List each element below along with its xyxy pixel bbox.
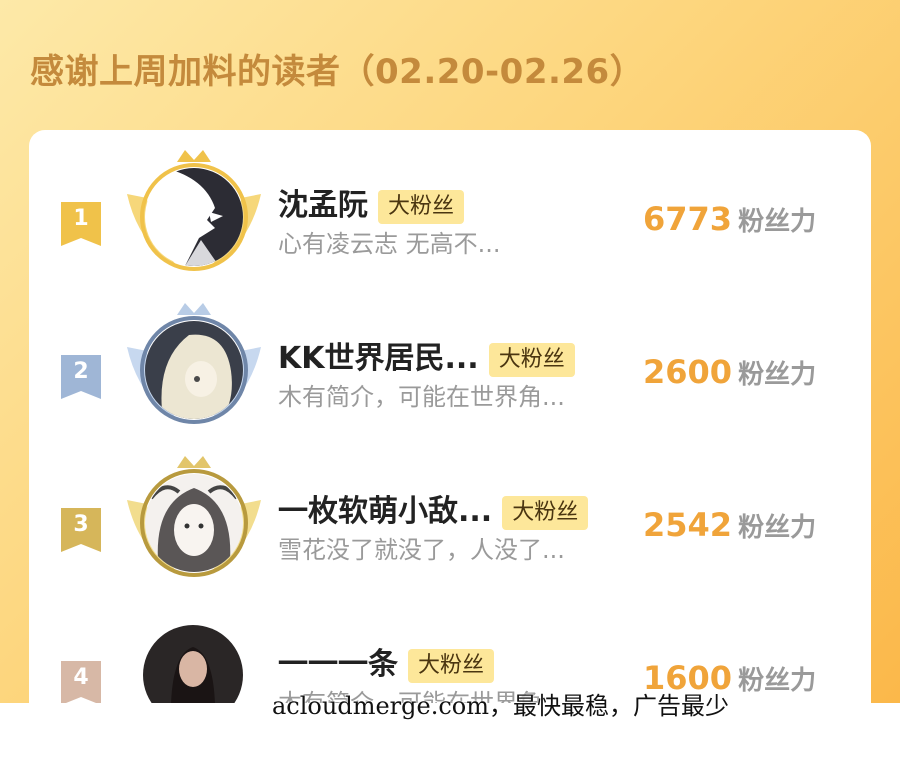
page-title: 感谢上周加料的读者（02.20-02.26） xyxy=(30,52,645,92)
fan-badge: 大粉丝 xyxy=(488,342,575,377)
reader-name[interactable]: 一一一条 大粉丝 xyxy=(278,639,495,683)
fan-power-score: 2542 粉丝力 xyxy=(643,506,817,544)
fan-badge: 大粉丝 xyxy=(378,189,465,224)
site-watermark: acloudmerge.com，最快最稳，广告最少 xyxy=(272,692,729,720)
rank-badge-1: 1 xyxy=(61,202,101,246)
anime-boy-avatar[interactable] xyxy=(145,168,243,266)
fan-power-score: 2600 粉丝力 xyxy=(643,353,817,391)
rank-badge-4: 4 xyxy=(61,661,101,703)
reader-row-3[interactable]: 3 一枚软萌小敌... 大粉丝 雪花没了就没了，人没了... 2542 粉丝力 xyxy=(29,446,871,586)
reader-bio: 木有简介，可能在世界角... xyxy=(278,383,565,411)
fan-power-score: 6773 粉丝力 xyxy=(643,200,817,238)
avatar-frame-gold xyxy=(119,146,269,286)
ranking-card: 1 沈孟阮 大粉丝 心有凌云志 无高不... 6773 粉丝力 2 KK世界居民… xyxy=(29,130,871,703)
reader-row-2[interactable]: 2 KK世界居民... 大粉丝 木有简介，可能在世界角... 2600 粉丝力 xyxy=(29,293,871,433)
rank-badge-3: 3 xyxy=(61,508,101,552)
avatar-frame-plain xyxy=(119,605,269,703)
reader-name[interactable]: 一枚软萌小敌... 大粉丝 xyxy=(278,486,589,530)
reader-name[interactable]: 沈孟阮 大粉丝 xyxy=(278,180,465,224)
rank-badge-2: 2 xyxy=(61,355,101,399)
fan-badge: 大粉丝 xyxy=(408,648,495,683)
fans-ranking-panel: 感谢上周加料的读者（02.20-02.26） 1 沈孟阮 大粉丝 心有凌云志 无… xyxy=(0,0,900,703)
avatar-frame-bronze xyxy=(119,452,269,592)
reader-bio: 雪花没了就没了，人没了... xyxy=(278,536,565,564)
avatar-frame-silver xyxy=(119,299,269,439)
reader-name[interactable]: KK世界居民... 大粉丝 xyxy=(278,333,575,377)
reader-bio: 心有凌云志 无高不... xyxy=(278,230,501,258)
reader-row-1[interactable]: 1 沈孟阮 大粉丝 心有凌云志 无高不... 6773 粉丝力 xyxy=(29,140,871,280)
anime-girl-avatar[interactable] xyxy=(145,321,243,419)
sketch-girl-avatar[interactable] xyxy=(145,474,243,572)
photo-woman-avatar[interactable] xyxy=(143,625,243,703)
fan-badge: 大粉丝 xyxy=(502,495,589,530)
